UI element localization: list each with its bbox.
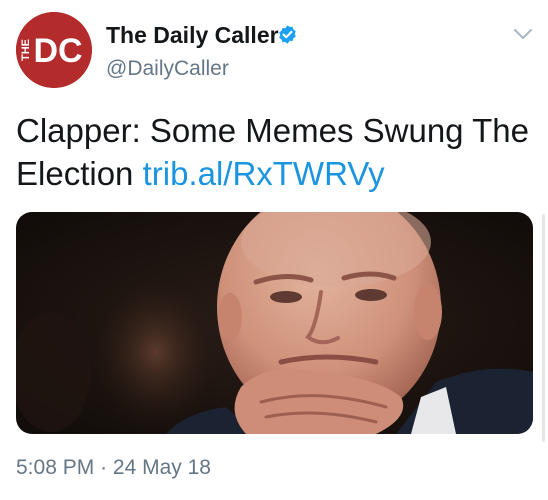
timestamp-separator: · <box>100 456 108 479</box>
avatar-text-large: DC <box>33 32 82 70</box>
tweet-card: THE DC The Daily Caller @DailyCaller Cla… <box>0 0 548 500</box>
chevron-down-icon[interactable] <box>512 26 534 42</box>
timestamp[interactable]: 5:08 PM · 24 May 18 <box>16 456 211 480</box>
timestamp-time: 5:08 PM <box>16 456 95 479</box>
avatar-text-small: THE <box>20 39 32 61</box>
timestamp-date: 24 May 18 <box>112 456 211 479</box>
scroll-edge <box>542 214 545 442</box>
tweet-media[interactable] <box>16 212 533 434</box>
display-name[interactable]: The Daily Caller <box>106 22 279 49</box>
tweet-text: Clapper: Some Memes Swung The Election t… <box>16 109 536 195</box>
handle[interactable]: @DailyCaller <box>106 57 229 81</box>
media-photo <box>16 212 533 434</box>
tweet-link[interactable]: trib.al/RxTWRVy <box>143 155 385 192</box>
verified-badge-icon <box>279 25 296 44</box>
avatar[interactable]: THE DC <box>16 12 92 88</box>
